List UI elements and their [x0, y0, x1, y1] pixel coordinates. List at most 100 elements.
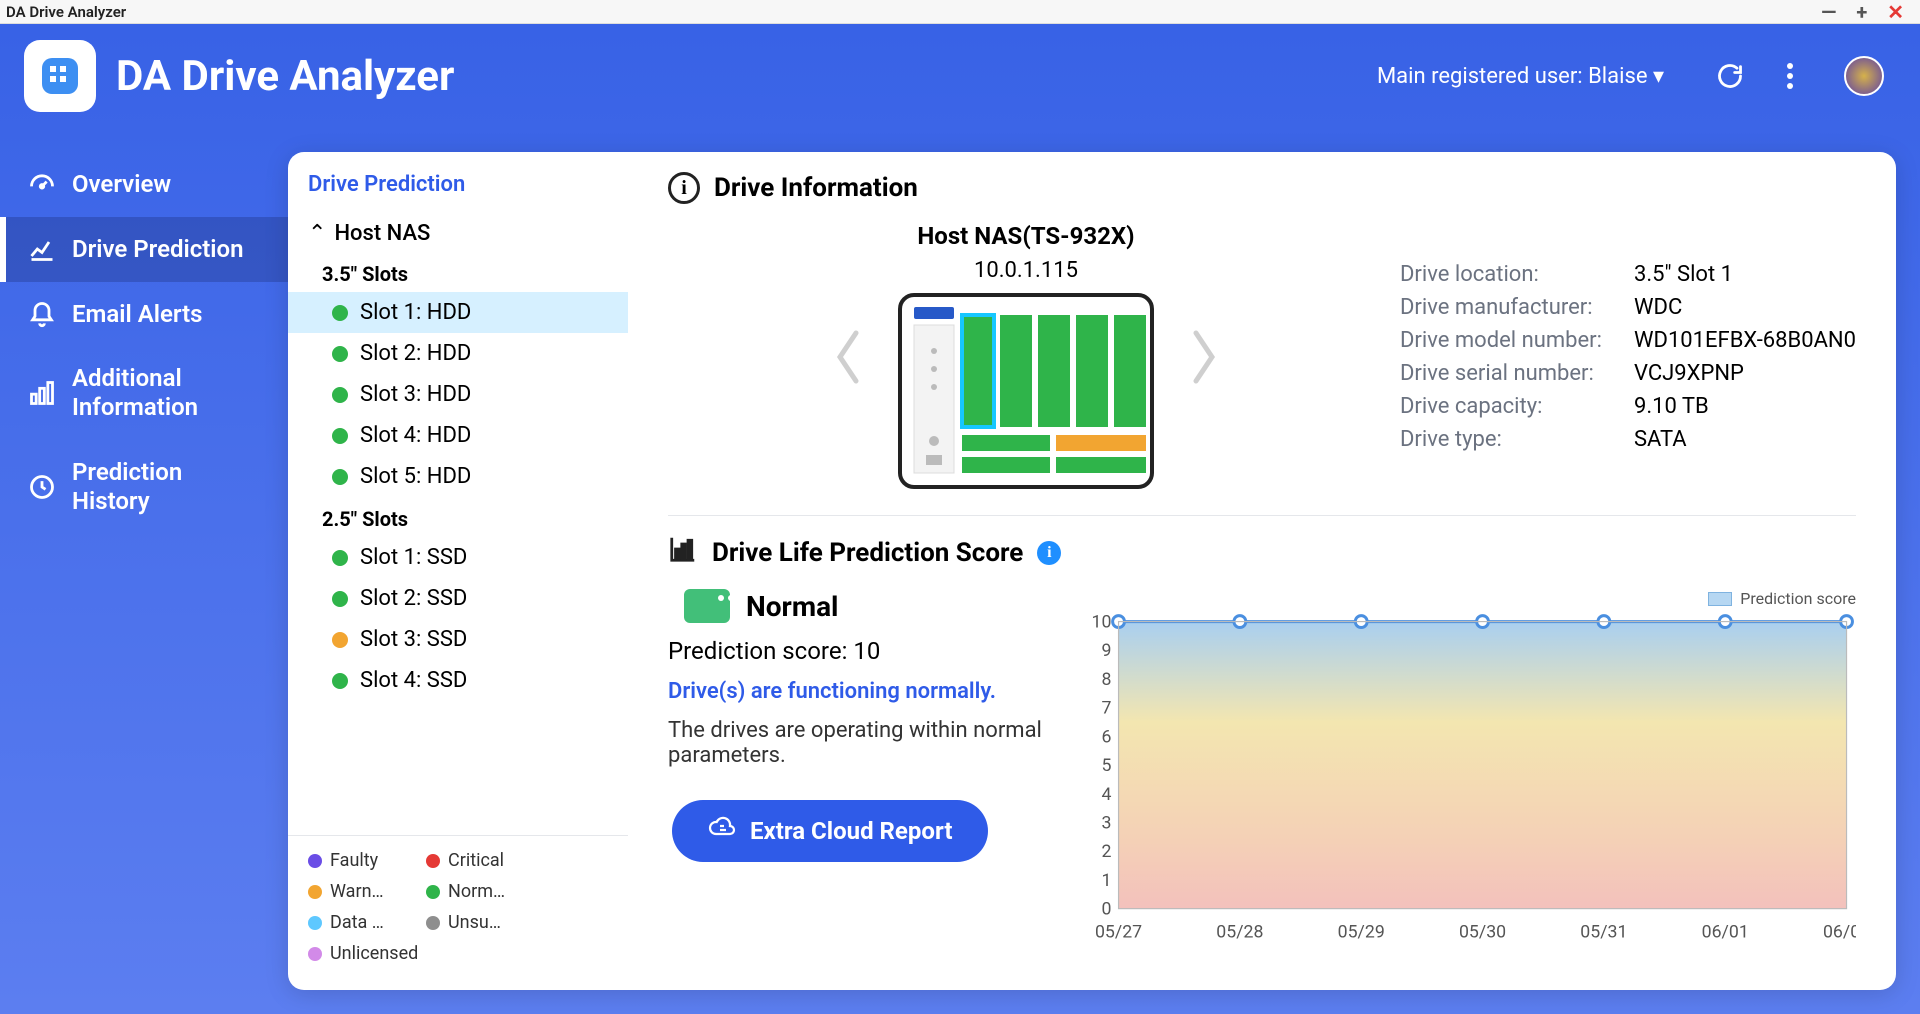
tree-host-row[interactable]: ⌃ Host NAS: [288, 215, 628, 252]
tree-slot-label: Slot 4: SSD: [360, 668, 467, 693]
sidebar-item-label: Email Alerts: [72, 300, 203, 329]
legend-item: Critical: [426, 850, 526, 871]
legend-label: Faulty: [330, 850, 378, 871]
legend-label: Critical: [448, 850, 504, 871]
svg-text:06/01: 06/01: [1702, 921, 1749, 942]
tree-slot-label: Slot 2: SSD: [360, 586, 467, 611]
status-dot-icon: [332, 346, 348, 362]
sidebar-item-overview[interactable]: Overview: [0, 152, 288, 217]
overview-icon: [28, 170, 56, 198]
tree-slot-label: Slot 5: HDD: [360, 464, 471, 489]
sidebar-item-label: Overview: [72, 170, 171, 199]
window-titlebar: DA Drive Analyzer — + ✕: [0, 0, 1920, 24]
tree-slot-item[interactable]: Slot 2: SSD: [288, 578, 628, 619]
tree-slot-item[interactable]: Slot 4: HDD: [288, 415, 628, 456]
user-avatar[interactable]: [1844, 56, 1884, 96]
extra-cloud-report-button[interactable]: Extra Cloud Report: [672, 800, 988, 862]
legend-item: Faulty: [308, 850, 408, 871]
status-dot-icon: [332, 550, 348, 566]
tree-slot-label: Slot 1: SSD: [360, 545, 467, 570]
score-info-icon[interactable]: i: [1037, 541, 1061, 565]
status-dot-icon: [332, 387, 348, 403]
bar-chart-icon: [668, 534, 698, 571]
legend-dot-icon: [308, 885, 322, 899]
chart-legend-swatch: [1708, 592, 1732, 606]
registered-user-prefix: Main registered user:: [1377, 64, 1588, 89]
sidebar-item-additional-info[interactable]: Additional Information: [0, 346, 288, 440]
tree-slot-item[interactable]: Slot 3: HDD: [288, 374, 628, 415]
prop-key-type: Drive type:: [1400, 427, 1620, 452]
sidebar-item-email-alerts[interactable]: Email Alerts: [0, 282, 288, 347]
prediction-score-title: Drive Life Prediction Score: [712, 538, 1023, 568]
prediction-score-chart: Prediction score 01234567891005/2705/280…: [1076, 589, 1856, 947]
chevron-down-icon: ▾: [1648, 64, 1665, 89]
prop-val-location: 3.5" Slot 1: [1634, 262, 1856, 287]
email-alerts-icon: [28, 300, 56, 328]
svg-text:10: 10: [1092, 612, 1112, 633]
sidebar-item-drive-prediction[interactable]: Drive Prediction: [0, 217, 288, 282]
registered-user-dropdown[interactable]: Main registered user: Blaise ▾: [1377, 64, 1664, 89]
svg-text:05/30: 05/30: [1459, 921, 1506, 942]
window-minimize-button[interactable]: —: [1811, 0, 1846, 24]
main-panel: Drive Prediction ⌃ Host NAS 3.5" SlotsSl…: [288, 152, 1896, 990]
svg-text:0: 0: [1101, 899, 1111, 920]
drive-information-header: i Drive Information: [668, 172, 1856, 204]
svg-text:1: 1: [1101, 870, 1111, 891]
legend-dot-icon: [308, 947, 322, 961]
tree-slot-label: Slot 3: HDD: [360, 382, 471, 407]
window-maximize-button[interactable]: +: [1846, 0, 1877, 24]
legend-item: Unsu…: [426, 912, 526, 933]
next-nas-button[interactable]: [1180, 317, 1228, 397]
tree-slot-item[interactable]: Slot 1: HDD: [288, 292, 628, 333]
nas-carousel: Host NAS(TS-932X) 10.0.1.115: [668, 222, 1384, 491]
svg-text:05/27: 05/27: [1095, 921, 1142, 942]
tree-slot-item[interactable]: Slot 5: HDD: [288, 456, 628, 497]
info-icon: i: [668, 172, 700, 204]
refresh-button[interactable]: [1714, 60, 1746, 92]
prop-key-model: Drive model number:: [1400, 328, 1620, 353]
status-dot-icon: [332, 428, 348, 444]
tree-slot-item[interactable]: Slot 4: SSD: [288, 660, 628, 701]
legend-dot-icon: [426, 916, 440, 930]
prop-val-type: SATA: [1634, 427, 1856, 452]
app-logo-icon: [24, 40, 96, 112]
legend-dot-icon: [426, 854, 440, 868]
tree-slot-item[interactable]: Slot 2: HDD: [288, 333, 628, 374]
sidebar-item-prediction-history[interactable]: Prediction History: [0, 440, 288, 534]
prop-key-serial: Drive serial number:: [1400, 361, 1620, 386]
svg-text:06/02: 06/02: [1823, 921, 1856, 942]
prev-nas-button[interactable]: [824, 317, 872, 397]
sidebar-nav: Overview Drive Prediction Email Alerts Addi…: [0, 24, 288, 1014]
tree-slot-label: Slot 3: SSD: [360, 627, 467, 652]
tree-slot-item[interactable]: Slot 3: SSD: [288, 619, 628, 660]
prediction-message-strong: Drive(s) are functioning normally.: [668, 679, 1048, 704]
app-title: DA Drive Analyzer: [116, 52, 454, 101]
svg-text:9: 9: [1101, 640, 1111, 661]
svg-text:05/28: 05/28: [1216, 921, 1263, 942]
status-dot-icon: [332, 632, 348, 648]
tree-slot-item[interactable]: Slot 1: SSD: [288, 537, 628, 578]
status-dot-icon: [332, 305, 348, 321]
more-menu-button[interactable]: [1774, 60, 1806, 92]
window-title: DA Drive Analyzer: [6, 3, 126, 21]
status-dot-icon: [332, 673, 348, 689]
legend-item: Norm…: [426, 881, 526, 902]
nas-diagram: [896, 291, 1156, 491]
chevron-up-icon: ⌃: [308, 221, 326, 246]
legend-label: Data …: [330, 912, 384, 933]
legend-item: Data …: [308, 912, 408, 933]
drive-information-title: Drive Information: [714, 173, 918, 203]
tree-group-header: 2.5" Slots: [288, 497, 628, 537]
legend-label: Norm…: [448, 881, 505, 902]
extra-cloud-report-label: Extra Cloud Report: [750, 817, 952, 845]
status-legend: FaultyCriticalWarn…Norm…Data …Unsu…Unlic…: [288, 835, 628, 978]
prediction-status-label: Normal: [746, 590, 838, 623]
sidebar-item-label: Drive Prediction: [72, 235, 244, 264]
prediction-message-body: The drives are operating within normal p…: [668, 718, 1048, 768]
legend-item: Unlicensed: [308, 943, 418, 964]
chart-legend-label: Prediction score: [1740, 589, 1856, 608]
window-close-button[interactable]: ✕: [1877, 0, 1914, 24]
prediction-status-badge: Normal: [684, 589, 1048, 623]
cloud-report-icon: [708, 816, 736, 846]
legend-dot-icon: [426, 885, 440, 899]
